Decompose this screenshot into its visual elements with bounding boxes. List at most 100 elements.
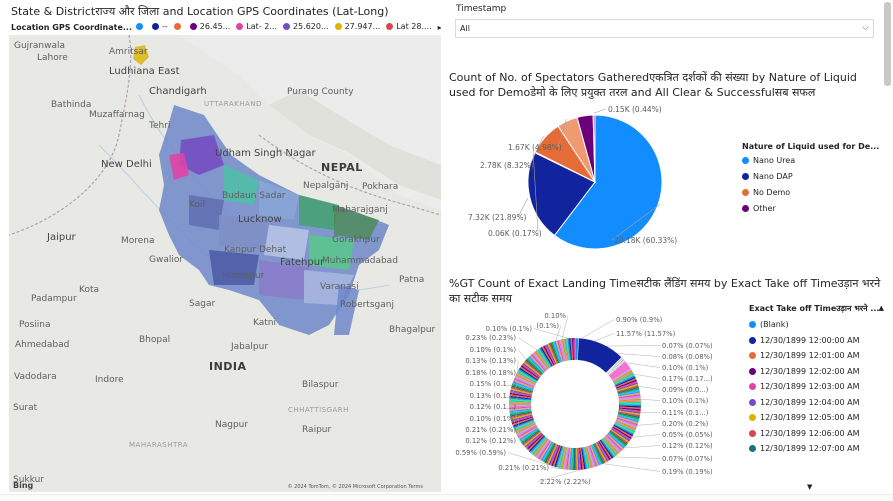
donut-legend-item[interactable]: 12/30/1899 12:02:00 AM xyxy=(749,364,891,380)
map-label-kanpur-dehat: Kanpur Dehat xyxy=(224,245,287,255)
map-legend-item[interactable]: Lat 28.... xyxy=(386,22,432,31)
pie-legend-item[interactable]: Nano Urea xyxy=(742,156,882,165)
map-legend-label: 25.620... xyxy=(292,22,329,31)
pie-legend-item[interactable]: Other xyxy=(742,204,882,213)
donut-legend-label: (Blank) xyxy=(760,320,789,330)
timestamp-dropdown[interactable]: All ⌵ xyxy=(455,19,874,38)
scroll-thumb[interactable] xyxy=(884,2,891,86)
donut-legend-item[interactable]: 12/30/1899 12:06:00 AM xyxy=(749,426,891,442)
donut-data-label: 0.15% (0.1...) xyxy=(470,380,517,388)
donut-data-label: 0.10% (0.1%) xyxy=(470,415,517,423)
map-label-fatehpur: Fatehpur xyxy=(280,257,325,268)
page-scrollbar[interactable] xyxy=(882,0,893,501)
timestamp-slicer[interactable]: Timestamp All ⌵ xyxy=(452,0,876,40)
donut-data-label: 0.21% (0.21%) xyxy=(498,464,549,472)
map-label-jaipur: Jaipur xyxy=(47,232,76,243)
map-label-nagpur: Nagpur xyxy=(215,420,249,430)
legend-dot-icon xyxy=(334,23,342,30)
map-legend-item[interactable]: -- xyxy=(152,22,168,31)
pie-data-label: 0.06K (0.17%) xyxy=(488,229,542,238)
donut-leader-line xyxy=(624,445,661,449)
map-label-posiina: Posiina xyxy=(19,320,51,330)
donut-legend-item[interactable]: 12/30/1899 12:00:00 AM xyxy=(749,333,891,349)
donut-legend-item[interactable]: 12/30/1899 12:04:00 AM xyxy=(749,395,891,411)
map-legend-item[interactable]: 27.947... xyxy=(334,22,380,31)
donut-data-label: 0.10% (0.1%) xyxy=(470,346,517,354)
donut-data-label: 0.07% (0.07%) xyxy=(662,455,713,463)
legend-dot-icon xyxy=(749,367,756,375)
map-legend-item[interactable] xyxy=(173,23,184,30)
legend-dot-icon xyxy=(742,173,749,180)
donut-chart-title: %GT Count of Exact Landing Timeसटीक लैंड… xyxy=(449,277,881,305)
map-label-morena: Morena xyxy=(121,236,155,246)
map-legend-item[interactable] xyxy=(136,23,146,30)
map-label-maharajganj: Maharajganj xyxy=(332,205,388,215)
pie-leader-line xyxy=(593,108,607,114)
donut-leader-line xyxy=(517,349,527,360)
donut-data-label: (0.1%) xyxy=(536,322,559,330)
donut-legend-label: 12/30/1899 12:05:00 AM xyxy=(760,413,860,423)
donut-legend-label: 12/30/1899 12:06:00 AM xyxy=(760,428,860,438)
map-legend-item[interactable]: Lat- 2... xyxy=(236,22,277,31)
donut-data-label: 0.09% (0.0...) xyxy=(662,386,709,394)
pie-chart-svg[interactable]: 20.18K (60.33%) 7.32K (21.89%) 0.06K (0.17… xyxy=(444,102,744,262)
map-attribution[interactable]: © 2024 TomTom, © 2024 Microsoft Corporat… xyxy=(288,484,423,490)
map-label-vadodara: Vadodara xyxy=(14,372,57,382)
donut-data-label: 11.57% (11.57%) xyxy=(616,330,676,338)
pie-legend-item[interactable]: Nano DAP xyxy=(742,172,882,181)
map-legend: Location GPS Coordinate... -- 26.45... Lat… xyxy=(11,20,441,34)
donut-data-label: 0.12% (0.12%) xyxy=(662,442,713,450)
map-label-bathinda: Bathinda xyxy=(51,100,92,110)
map-label-india: INDIA xyxy=(209,360,247,373)
map-legend-label: Lat- 2... xyxy=(246,22,277,31)
map-label-uttarakhand: UTTARAKHAND xyxy=(204,100,262,108)
legend-dot-icon xyxy=(189,23,197,30)
bing-logo: Bing xyxy=(13,481,34,490)
donut-leader-line xyxy=(603,463,661,472)
map-label-robertsganj: Robertsganj xyxy=(340,300,394,310)
donut-legend-item[interactable]: 12/30/1899 12:03:00 AM xyxy=(749,379,891,395)
donut-legend-item[interactable]: 12/30/1899 12:01:00 AM xyxy=(749,348,891,364)
pie-data-label: 20.18K (60.33%) xyxy=(614,236,677,245)
legend-scroll-down-icon[interactable]: ▼ xyxy=(807,483,812,491)
map-label-jabalpur: Jabalpur xyxy=(231,342,269,352)
map-title: State & Districtराज्य और जिला and Locati… xyxy=(11,5,389,18)
pie-legend-item[interactable]: No Demo xyxy=(742,188,882,197)
map-label-tehri: Tehri xyxy=(149,121,171,131)
donut-leader-line xyxy=(631,434,661,438)
map-legend-item[interactable]: 26.45... xyxy=(189,22,230,31)
donut-legend-item[interactable]: 12/30/1899 12:05:00 AM xyxy=(749,410,891,426)
chevron-down-icon[interactable]: ⌵ xyxy=(862,23,869,33)
map-canvas[interactable]: Lahore Amritsar Ludhiana East Chandigarh Bat… xyxy=(9,35,441,492)
donut-data-label: 0.18% (0.18%) xyxy=(465,369,516,377)
map-legend-label: -- xyxy=(162,22,168,31)
legend-next-icon[interactable]: ▸ xyxy=(438,23,441,32)
donut-legend-item[interactable]: (Blank) xyxy=(749,317,891,333)
map-label-varanasi: Varanasi xyxy=(320,282,359,292)
slicer-title: Timestamp xyxy=(456,4,507,14)
donut-leader-line xyxy=(633,373,661,379)
donut-legend-label: 12/30/1899 12:00:00 AM xyxy=(760,335,860,345)
map-visual[interactable]: State & Districtराज्य और जिला and Locati… xyxy=(8,0,442,494)
donut-data-label: 0.12% (0.12%) xyxy=(465,437,516,445)
donut-chart-visual[interactable]: %GT Count of Exact Landing Timeसटीक लैंड… xyxy=(444,274,893,496)
donut-data-label: 2.22% (2.22%) xyxy=(540,478,591,486)
legend-dot-icon xyxy=(742,157,749,164)
donut-data-label: 0.90% (0.9%) xyxy=(616,316,663,324)
pie-legend-title: Nature of Liquid used for De... xyxy=(742,142,880,151)
map-legend-item[interactable]: 25.620... xyxy=(282,22,329,31)
donut-chart-svg[interactable]: 0.90% (0.9%) 11.57% (11.57%) 0.07% (0.07%)… xyxy=(444,304,749,494)
donut-legend-item[interactable]: 12/30/1899 12:07:00 AM xyxy=(749,441,891,457)
donut-data-label: 0.23% (0.23%) xyxy=(465,334,516,342)
pie-chart-visual[interactable]: Count of No. of Spectators Gatheredएकत्र… xyxy=(444,66,880,266)
donut-leader-line xyxy=(640,399,661,401)
map-label-bhopal: Bhopal xyxy=(139,335,171,345)
donut-data-label: 0.20% (0.2%) xyxy=(662,420,709,428)
legend-dot-icon xyxy=(749,321,756,329)
map-label-surat: Surat xyxy=(13,403,38,413)
pie-legend-label: Nano Urea xyxy=(753,156,796,165)
donut-legend-label: 12/30/1899 12:04:00 AM xyxy=(760,397,860,407)
pie-data-label: 2.78K (8.32%) xyxy=(480,161,534,170)
pie-legend-label: Nano DAP xyxy=(753,172,793,181)
legend-dot-icon xyxy=(282,23,290,30)
